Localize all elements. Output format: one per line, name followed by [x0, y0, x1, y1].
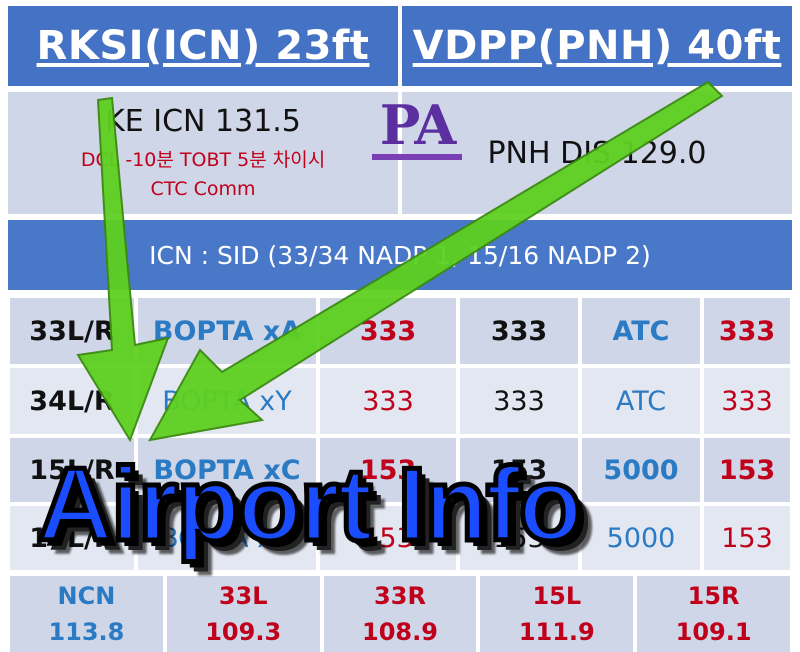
control-cell: ATC	[582, 298, 700, 364]
pa-logo-underline	[372, 154, 462, 160]
altitude-cell-3: 153	[704, 438, 790, 502]
ils-frequency-cell: 15R 109.1	[637, 576, 790, 652]
ils-name: NCN	[57, 582, 116, 610]
airport-info-overlay-title: Airport Info	[36, 444, 585, 565]
ils-frequency-value: 109.1	[675, 618, 752, 646]
origin-frequency: KE ICN 131.5	[105, 104, 301, 139]
altitude-cell-3: 153	[704, 506, 790, 570]
header-left: RKSI(ICN) 23ft	[8, 6, 398, 86]
ils-frequency-value: 109.3	[205, 618, 282, 646]
pa-logo: PA	[370, 98, 464, 164]
origin-airport-title: RKSI(ICN) 23ft	[36, 23, 370, 69]
runway-cell: 33L/R	[10, 298, 134, 364]
altitude-cell-3: 333	[704, 298, 790, 364]
altitude-cell-3: 333	[704, 368, 790, 434]
ils-name: 33L	[218, 582, 268, 610]
sid-banner: ICN : SID (33/34 NADP 1, 15/16 NADP 2)	[8, 220, 792, 290]
control-cell: 5000	[582, 506, 700, 570]
ils-frequency-value: 113.8	[48, 618, 125, 646]
pa-logo-text: PA	[379, 93, 457, 157]
altitude-cell-2: 333	[460, 368, 578, 434]
ils-frequency-value: 111.9	[518, 618, 595, 646]
sid-banner-text: ICN : SID (33/34 NADP 1, 15/16 NADP 2)	[149, 240, 651, 270]
ils-frequency-value: 108.9	[362, 618, 438, 646]
destination-frequency: PNH DIS 129.0	[487, 135, 707, 171]
ils-frequency-cell: 15L 111.9	[480, 576, 634, 652]
origin-note-ctc: CTC Comm	[150, 178, 256, 200]
ils-name: 15L	[532, 582, 582, 610]
header-right: VDPP(PNH) 40ft	[402, 6, 792, 86]
ils-frequency-cell: NCN 113.8	[10, 576, 163, 652]
origin-note-dcl: DCL -10분 TOBT 5분 차이시	[80, 149, 326, 171]
ils-frequency-cell: 33L 109.3	[166, 576, 320, 652]
control-cell: ATC	[582, 368, 700, 434]
control-cell: 5000	[582, 438, 700, 502]
ils-frequency-cell: 33R 108.9	[323, 576, 477, 652]
sid-cell: BOPTA xA	[138, 298, 316, 364]
runway-cell: 34L/R	[10, 368, 134, 434]
origin-info-box: KE ICN 131.5 DCL -10분 TOBT 5분 차이시 CTC Co…	[8, 92, 398, 214]
altitude-cell-1: 333	[320, 298, 456, 364]
altitude-cell-2: 333	[460, 298, 578, 364]
ils-name: 15R	[687, 582, 740, 610]
destination-airport-title: VDPP(PNH) 40ft	[412, 23, 782, 69]
sid-cell: BOPTA xY	[138, 368, 316, 434]
ils-name: 33R	[374, 582, 426, 610]
altitude-cell-1: 333	[320, 368, 456, 434]
